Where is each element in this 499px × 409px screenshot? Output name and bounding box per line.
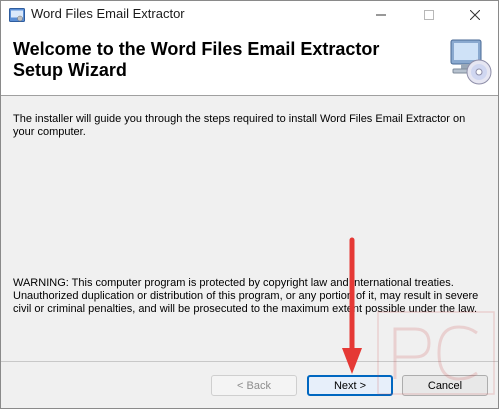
wizard-header: Welcome to the Word Files Email Extracto…	[1, 28, 498, 96]
maximize-icon	[424, 9, 434, 20]
computer-cd-icon	[447, 38, 493, 86]
maximize-button[interactable]	[406, 1, 452, 28]
next-button[interactable]: Next >	[307, 375, 393, 396]
minimize-icon	[376, 14, 386, 15]
footer-divider	[1, 361, 498, 362]
close-icon	[470, 9, 480, 20]
intro-text: The installer will guide you through the…	[13, 113, 466, 138]
installer-app-icon	[9, 8, 25, 22]
wizard-title: Welcome to the Word Files Email Extracto…	[13, 39, 380, 80]
title-bar[interactable]: Word Files Email Extractor	[1, 1, 498, 28]
cancel-button[interactable]: Cancel	[402, 375, 488, 396]
setup-wizard-window: Word Files Email Extractor Welcome to th…	[0, 0, 499, 409]
copyright-warning-text: WARNING: This computer program is protec…	[13, 277, 479, 315]
window-title: Word Files Email Extractor	[31, 6, 185, 21]
minimize-button[interactable]	[358, 1, 404, 28]
back-button[interactable]: < Back	[211, 375, 297, 396]
close-button[interactable]	[452, 1, 498, 28]
